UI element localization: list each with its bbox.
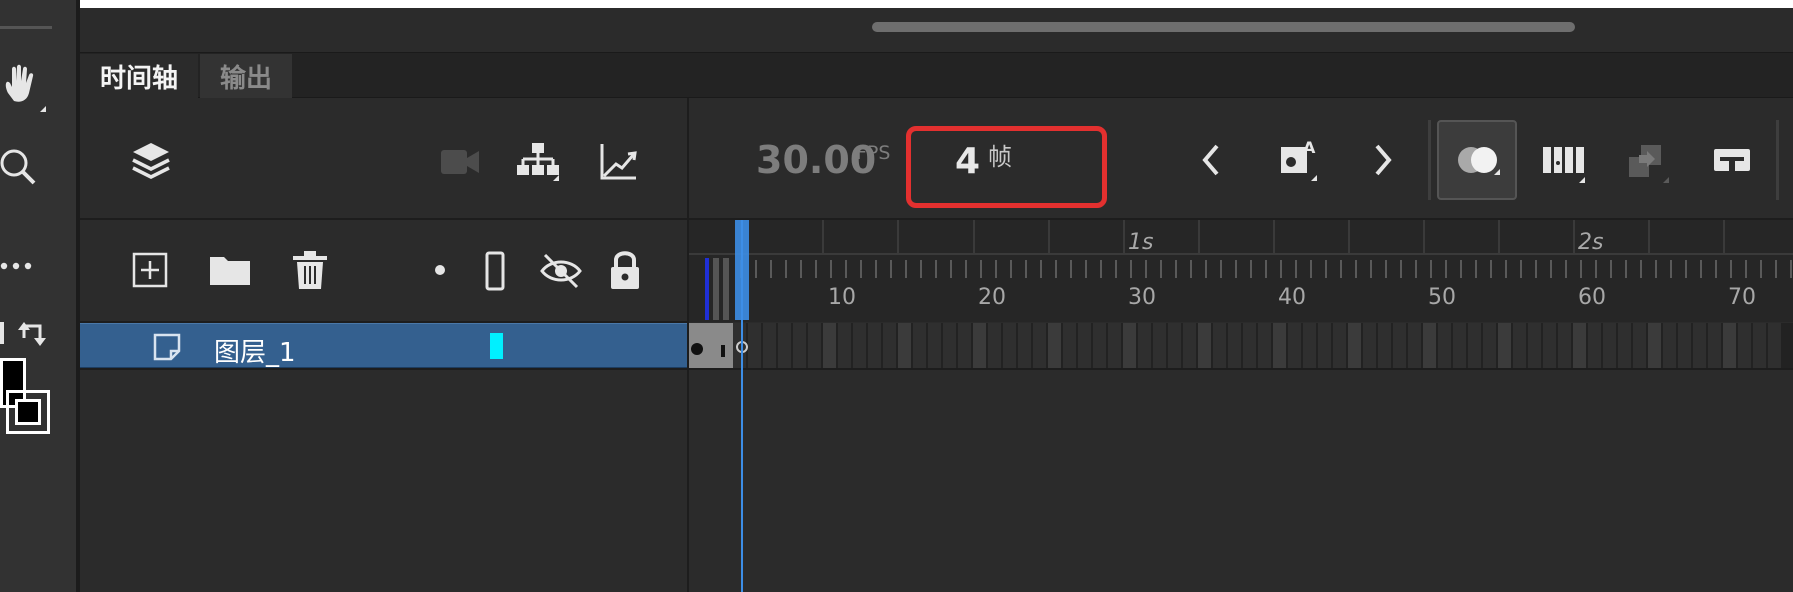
previous-frame-icon[interactable] bbox=[1196, 140, 1226, 180]
insert-keyframe-icon[interactable]: A bbox=[1276, 134, 1322, 184]
playhead-line[interactable] bbox=[741, 220, 743, 592]
frame-view-icon[interactable] bbox=[1708, 138, 1756, 186]
ruler-frame-number: 10 bbox=[828, 285, 856, 310]
layer-name[interactable]: 图层_1 bbox=[214, 332, 296, 369]
new-folder-icon[interactable] bbox=[206, 250, 254, 290]
ruler-frame-number: 70 bbox=[1728, 285, 1756, 310]
ruler-frame-number: 40 bbox=[1278, 285, 1306, 310]
delete-icon[interactable] bbox=[288, 248, 332, 292]
submenu-corner-icon bbox=[40, 106, 46, 112]
camera-icon[interactable] bbox=[438, 142, 482, 182]
tools-panel bbox=[0, 0, 76, 592]
swap-colors-icon[interactable] bbox=[0, 316, 52, 350]
stroke-fill-icon[interactable] bbox=[0, 358, 52, 440]
ruler-frame-number: 50 bbox=[1428, 285, 1456, 310]
layers-bottom-divider bbox=[80, 368, 1793, 370]
onion-skin-button[interactable] bbox=[1437, 120, 1517, 200]
fill-color-swatch[interactable] bbox=[6, 390, 50, 434]
tab-timeline[interactable]: 时间轴 bbox=[80, 54, 198, 98]
horizontal-scrollbar[interactable] bbox=[872, 22, 1575, 32]
ruler-second-label: 1s bbox=[1128, 230, 1154, 255]
layer-frames-row[interactable] bbox=[689, 323, 1793, 368]
hand-icon[interactable] bbox=[0, 62, 46, 112]
next-frame-icon[interactable] bbox=[1368, 140, 1398, 180]
controls-separator-right bbox=[1776, 120, 1779, 200]
tab-output[interactable]: 输出 bbox=[200, 54, 292, 98]
more-icon[interactable] bbox=[0, 256, 40, 276]
lock-icon[interactable] bbox=[606, 248, 644, 292]
graph-icon[interactable] bbox=[596, 140, 640, 184]
ruler-frame-number: 30 bbox=[1128, 285, 1156, 310]
edit-multiple-frames-icon[interactable] bbox=[1540, 138, 1588, 186]
stage-bottom-edge bbox=[80, 0, 1793, 8]
layer-type-icon bbox=[152, 333, 182, 361]
zoom-icon[interactable] bbox=[0, 144, 40, 190]
paste-frames-icon[interactable] bbox=[1624, 138, 1672, 186]
tool-separator bbox=[0, 26, 52, 29]
fps-label: FPS bbox=[856, 142, 891, 164]
controls-separator bbox=[1428, 120, 1431, 200]
ruler-second-label: 2s bbox=[1578, 230, 1604, 255]
outline-icon[interactable] bbox=[482, 250, 508, 292]
frame-unit-label: 帧 bbox=[988, 143, 1012, 171]
keyframe-span[interactable] bbox=[689, 323, 733, 368]
visibility-icon[interactable] bbox=[538, 250, 584, 292]
svg-text:A: A bbox=[1303, 138, 1316, 157]
animate-timeline-window: 时间轴 输出 图层_1 30.00 FPS 4 帧 A 1s 2s 10 20 … bbox=[0, 0, 1793, 592]
layer-row[interactable]: 图层_1 bbox=[80, 323, 687, 368]
highlight-dot-icon[interactable] bbox=[432, 262, 448, 278]
current-frame-value[interactable]: 4 bbox=[955, 141, 980, 182]
onion-skin-icon bbox=[1455, 140, 1501, 180]
layers-icon[interactable] bbox=[126, 136, 176, 186]
layer-color-swatch[interactable] bbox=[490, 333, 503, 359]
parent-hierarchy-icon[interactable] bbox=[516, 140, 560, 184]
new-layer-icon[interactable] bbox=[130, 250, 170, 290]
ruler-frame-number: 60 bbox=[1578, 285, 1606, 310]
panel-tabs: 时间轴 输出 bbox=[80, 52, 1793, 98]
ruler-frame-number: 20 bbox=[978, 285, 1006, 310]
